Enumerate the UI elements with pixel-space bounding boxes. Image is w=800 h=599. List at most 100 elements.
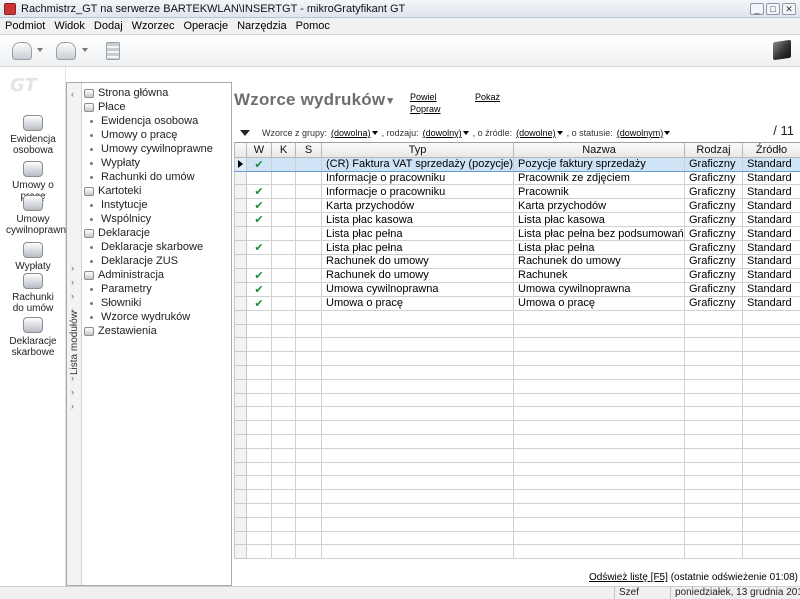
cell-typ[interactable]: Umowa cywilnoprawna: [321, 281, 514, 297]
collapse-panel-icon[interactable]: ‹: [71, 89, 74, 99]
tree-group-kartoteki[interactable]: Kartoteki: [84, 184, 232, 198]
popraw-link[interactable]: Popraw: [410, 104, 441, 114]
cell-s[interactable]: [295, 240, 322, 256]
cell-s[interactable]: [295, 267, 322, 283]
table-row[interactable]: ✔ Rachunek do umowy Rachunek Graficzny Stand…: [234, 267, 800, 283]
table-row[interactable]: Lista płac pełna Lista płac pełna bez pod…: [234, 226, 800, 242]
cell-typ[interactable]: (CR) Faktura VAT sprzedaży (pozycje): [321, 156, 514, 172]
cell-w[interactable]: ✔: [246, 295, 272, 311]
cell-w[interactable]: ✔: [246, 212, 272, 228]
cell-zrodlo[interactable]: Standard: [742, 184, 800, 200]
column-header-k[interactable]: K: [271, 143, 296, 158]
filter-kind-dropdown[interactable]: (dowolny): [423, 128, 462, 138]
powiel-link[interactable]: Powiel: [410, 92, 437, 102]
table-row[interactable]: ✔ Lista płac kasowa Lista płac kasowa Grafi…: [234, 212, 800, 228]
table-row[interactable]: ✔ Lista płac pełna Lista płac pełna Graficz…: [234, 240, 800, 256]
table-row[interactable]: ✔ Karta przychodów Karta przychodów Graficz…: [234, 198, 800, 214]
cell-k[interactable]: [271, 156, 296, 172]
cell-nazwa[interactable]: Rachunek do umowy: [513, 254, 685, 269]
tree-group-deklaracje[interactable]: Deklaracje: [84, 226, 232, 240]
cell-zrodlo[interactable]: Standard: [742, 240, 800, 256]
cell-k[interactable]: [271, 212, 296, 228]
tree-item-instytucje[interactable]: Instytucje: [84, 198, 232, 212]
cell-k[interactable]: [271, 170, 296, 186]
column-header-rodzaj[interactable]: Rodzaj: [684, 143, 743, 158]
cell-s[interactable]: [295, 226, 322, 242]
column-header-s[interactable]: S: [295, 143, 322, 158]
open-document-dropdown-icon[interactable]: [82, 48, 88, 52]
cell-k[interactable]: [271, 295, 296, 311]
new-document-dropdown-icon[interactable]: [37, 48, 43, 52]
row-selector[interactable]: [234, 281, 247, 297]
tree-group-strona-glowna[interactable]: Strona główna: [84, 86, 232, 100]
cell-s[interactable]: [295, 295, 322, 311]
column-header-typ[interactable]: Typ: [321, 143, 514, 158]
menu-narzedzia[interactable]: Narzędzia: [237, 20, 287, 32]
cell-zrodlo[interactable]: Standard: [742, 254, 800, 269]
row-selector[interactable]: [234, 156, 247, 172]
nav-wyplaty[interactable]: Wypłaty: [0, 242, 66, 272]
menu-dodaj[interactable]: Dodaj: [94, 20, 123, 32]
filter-source-dropdown[interactable]: (dowolne): [516, 128, 556, 138]
tree-item-rachunki-do-umow[interactable]: Rachunki do umów: [84, 170, 232, 184]
dropdown-arrow-icon[interactable]: [462, 131, 469, 135]
cell-w[interactable]: ✔: [246, 156, 272, 172]
cell-rodzaj[interactable]: Graficzny: [684, 226, 743, 242]
print-icon[interactable]: [106, 42, 120, 60]
cell-rodzaj[interactable]: Graficzny: [684, 295, 743, 311]
cell-typ[interactable]: Lista płac pełna: [321, 240, 514, 256]
cell-typ[interactable]: Informacje o pracowniku: [321, 184, 514, 200]
cell-k[interactable]: [271, 184, 296, 200]
cell-nazwa[interactable]: Pracownik: [513, 184, 685, 200]
cell-w[interactable]: [246, 254, 272, 269]
page-title[interactable]: Wzorce wydruków ▾: [234, 90, 393, 110]
tree-item-umowy-o-prace[interactable]: Umowy o pracę: [84, 128, 232, 142]
cell-nazwa[interactable]: Lista płac kasowa: [513, 212, 685, 228]
cell-rodzaj[interactable]: Graficzny: [684, 170, 743, 186]
table-row[interactable]: ✔ (CR) Faktura VAT sprzedaży (pozycje) Poz…: [234, 156, 800, 172]
cell-rodzaj[interactable]: Graficzny: [684, 254, 743, 269]
tree-item-slowniki[interactable]: Słowniki: [84, 296, 232, 310]
cell-typ[interactable]: Umowa o pracę: [321, 295, 514, 311]
row-selector[interactable]: [234, 226, 247, 242]
cell-rodzaj[interactable]: Graficzny: [684, 212, 743, 228]
tree-group-administracja[interactable]: Administracja: [84, 268, 232, 282]
cell-s[interactable]: [295, 184, 322, 200]
chevron-down-icon[interactable]: ▾: [387, 94, 393, 107]
dropdown-arrow-icon[interactable]: [556, 131, 563, 135]
dropdown-arrow-icon[interactable]: [664, 131, 671, 135]
open-document-icon[interactable]: [56, 42, 76, 60]
cell-nazwa[interactable]: Lista płac pełna: [513, 240, 685, 256]
cell-zrodlo[interactable]: Standard: [742, 156, 800, 172]
cell-k[interactable]: [271, 198, 296, 214]
cell-w[interactable]: [246, 226, 272, 242]
cell-typ[interactable]: Karta przychodów: [321, 198, 514, 214]
column-header-w[interactable]: W: [246, 143, 272, 158]
row-selector[interactable]: [234, 254, 247, 269]
row-selector[interactable]: [234, 170, 247, 186]
cell-zrodlo[interactable]: Standard: [742, 267, 800, 283]
cell-zrodlo[interactable]: Standard: [742, 170, 800, 186]
tree-item-deklaracje-zus[interactable]: Deklaracje ZUS: [84, 254, 232, 268]
menu-podmiot[interactable]: Podmiot: [5, 20, 45, 32]
tree-item-wyplaty[interactable]: Wypłaty: [84, 156, 232, 170]
maximize-button[interactable]: □: [766, 2, 780, 15]
row-selector[interactable]: [234, 212, 247, 228]
menu-operacje[interactable]: Operacje: [183, 20, 228, 32]
cell-typ[interactable]: Informacje o pracowniku: [321, 170, 514, 186]
cell-rodzaj[interactable]: Graficzny: [684, 198, 743, 214]
cell-rodzaj[interactable]: Graficzny: [684, 184, 743, 200]
menu-pomoc[interactable]: Pomoc: [296, 20, 330, 32]
cell-typ[interactable]: Rachunek do umowy: [321, 254, 514, 269]
cell-typ[interactable]: Lista płac kasowa: [321, 212, 514, 228]
tree-item-deklaracje-skarbowe[interactable]: Deklaracje skarbowe: [84, 240, 232, 254]
table-row[interactable]: ✔ Informacje o pracowniku Pracownik Graficz…: [234, 184, 800, 200]
cell-s[interactable]: [295, 254, 322, 269]
column-header-nazwa[interactable]: Nazwa: [513, 143, 685, 158]
cell-nazwa[interactable]: Karta przychodów: [513, 198, 685, 214]
cell-nazwa[interactable]: Rachunek: [513, 267, 685, 283]
cell-w[interactable]: ✔: [246, 281, 272, 297]
table-row[interactable]: ✔ Umowa cywilnoprawna Umowa cywilnoprawna G…: [234, 281, 800, 297]
cell-k[interactable]: [271, 267, 296, 283]
tree-group-zestawienia[interactable]: Zestawienia: [84, 324, 232, 338]
